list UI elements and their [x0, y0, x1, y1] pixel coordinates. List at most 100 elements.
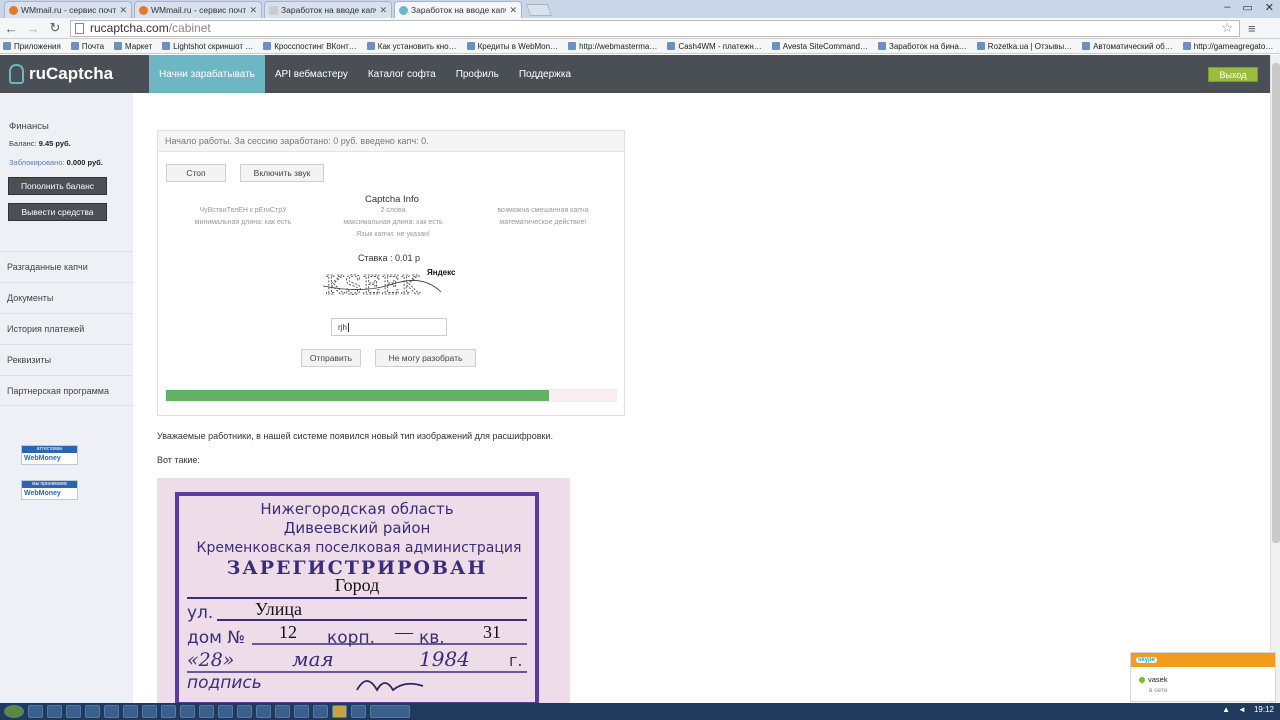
taskbar-app-icon[interactable]: [123, 705, 138, 718]
nav-support[interactable]: Поддержка: [509, 55, 581, 93]
os-taskbar: ▲ ◄ 19:12: [0, 703, 1280, 720]
bookmarks-bar: Приложения Почта Маркет Lightshot скриншот …: [0, 39, 1280, 54]
captcha-work-panel: Начало работы. За сессию заработано: 0 р…: [157, 130, 625, 416]
bookmark-star-icon[interactable]: ☆: [1221, 20, 1233, 36]
topup-button[interactable]: Пополнить баланс: [8, 177, 107, 195]
bookmark-icon: [114, 42, 123, 50]
browser-menu-icon[interactable]: ≡: [1248, 21, 1256, 36]
url-input[interactable]: rucaptcha.com/cabinet ☆: [70, 19, 1240, 37]
close-tab-icon[interactable]: ✕: [379, 5, 387, 16]
bookmark-item[interactable]: Кредиты в WebMon…: [466, 42, 558, 51]
taskbar-app-icon[interactable]: [180, 705, 195, 718]
taskbar-app-icon[interactable]: [370, 705, 410, 718]
bookmark-item[interactable]: Приложения: [3, 42, 61, 51]
sidebar-item-partner-program[interactable]: Партнерская программа: [0, 375, 133, 406]
stamp-kv: 31: [483, 622, 501, 642]
tray-icon[interactable]: ▲: [1222, 705, 1230, 714]
examples-label: Вот такие:: [157, 455, 200, 465]
back-icon[interactable]: ←: [0, 21, 22, 36]
bookmark-icon: [771, 42, 780, 50]
taskbar-app-icon[interactable]: [104, 705, 119, 718]
nav-start-earning[interactable]: Начни зарабатывать: [149, 55, 265, 93]
submit-button[interactable]: Отправить: [301, 349, 361, 367]
start-button[interactable]: [4, 705, 24, 718]
close-tab-icon[interactable]: ✕: [249, 5, 257, 16]
bookmark-icon: [366, 42, 375, 50]
browser-tab-active[interactable]: Заработок на вводе капч…✕: [394, 1, 522, 18]
bookmark-item[interactable]: Rozetka.ua | Отзывы…: [976, 42, 1072, 51]
taskbar-app-icon[interactable]: [199, 705, 214, 718]
taskbar-app-icon[interactable]: [256, 705, 271, 718]
skype-notification[interactable]: skype vasek в сети: [1130, 652, 1276, 702]
nav-profile[interactable]: Профиль: [446, 55, 509, 93]
taskbar-app-icon[interactable]: [85, 705, 100, 718]
sidebar-item-requisites[interactable]: Реквизиты: [0, 344, 133, 375]
captcha-image: KSEEK Яндекс: [323, 268, 456, 301]
rate: Ставка : 0.01 р: [358, 253, 420, 263]
sidebar-item-solved-captchas[interactable]: Разгаданные капчи: [0, 251, 133, 282]
taskbar-app-icon[interactable]: [66, 705, 81, 718]
bookmark-item[interactable]: Lightshot скриншот …: [162, 42, 253, 51]
close-window-icon[interactable]: ✕: [1265, 1, 1274, 14]
browser-tab[interactable]: Заработок на вводе капч…✕: [264, 1, 392, 18]
bookmark-icon: [466, 42, 475, 50]
sound-button[interactable]: Включить звук: [240, 164, 324, 182]
bookmark-item[interactable]: Кросспостинг ВКонт…: [263, 42, 357, 51]
bookmark-item[interactable]: Как установить кно…: [366, 42, 457, 51]
scrollbar-thumb[interactable]: [1272, 63, 1280, 543]
bookmark-item[interactable]: http://gameagregato…: [1182, 42, 1273, 51]
volume-icon[interactable]: ◄: [1238, 705, 1246, 714]
browser-tab[interactable]: WMmail.ru - сервис почто…✕: [134, 1, 262, 18]
bookmark-item[interactable]: Маркет: [114, 42, 152, 51]
answer-input[interactable]: rjh: [331, 318, 447, 336]
taskbar-app-icon[interactable]: [218, 705, 233, 718]
taskbar-app-icon[interactable]: [313, 705, 328, 718]
stamp-sign-label: подпись: [187, 673, 262, 693]
taskbar-app-icon[interactable]: [237, 705, 252, 718]
forward-icon[interactable]: →: [22, 21, 44, 36]
taskbar-app-icon[interactable]: [275, 705, 290, 718]
webmoney-accept-badge[interactable]: мы принимаем WebMoney: [21, 480, 78, 500]
cant-solve-button[interactable]: Не могу разобрать: [375, 349, 476, 367]
stamp-house-label: дом №: [187, 628, 245, 648]
taskbar-app-icon[interactable]: [142, 705, 157, 718]
favicon-icon: [139, 5, 148, 15]
bookmark-item[interactable]: Автоматический об…: [1082, 42, 1173, 51]
taskbar-app-icon[interactable]: [28, 705, 43, 718]
new-tab-button[interactable]: [525, 4, 553, 16]
taskbar-app-icon[interactable]: [332, 705, 347, 718]
close-tab-icon[interactable]: ✕: [119, 5, 127, 16]
sidebar-item-documents[interactable]: Документы: [0, 282, 133, 313]
webmoney-attested-badge[interactable]: аттестован WebMoney: [21, 445, 78, 465]
taskbar-app-icon[interactable]: [47, 705, 62, 718]
stop-button[interactable]: Стоп: [166, 164, 226, 182]
bookmark-item[interactable]: Cash4WM - платежн…: [667, 42, 762, 51]
bookmark-icon: [878, 42, 886, 50]
bookmark-item[interactable]: Почта: [70, 42, 104, 51]
close-tab-icon[interactable]: ✕: [509, 5, 517, 16]
stamp-example-image: Нижегородская область Дивеевский район К…: [157, 478, 570, 708]
bookmark-icon: [3, 42, 11, 50]
bookmark-item[interactable]: Avesta SiteCommand…: [771, 42, 868, 51]
maximize-icon[interactable]: ▭: [1242, 1, 1252, 14]
blocked-balance: Заблокировано: 0.000 руб.: [9, 158, 103, 167]
taskbar-app-icon[interactable]: [294, 705, 309, 718]
nav-api[interactable]: API вебмастеру: [265, 55, 358, 93]
sidebar-item-payment-history[interactable]: История платежей: [0, 313, 133, 344]
browser-tab[interactable]: WMmail.ru - сервис почто…✕: [4, 1, 132, 18]
window-controls: – ▭ ✕: [1224, 1, 1274, 14]
withdraw-button[interactable]: Вывести средства: [8, 203, 107, 221]
bookmark-item[interactable]: Заработок на бина…: [878, 42, 967, 51]
page-scrollbar[interactable]: [1270, 55, 1280, 705]
site-logo[interactable]: ruCaptcha: [0, 55, 149, 93]
logout-button[interactable]: Выход: [1208, 67, 1258, 82]
taskbar-app-icon[interactable]: [351, 705, 366, 718]
taskbar-app-icon[interactable]: [161, 705, 176, 718]
nav-software-catalog[interactable]: Каталог софта: [358, 55, 446, 93]
minimize-icon[interactable]: –: [1224, 1, 1230, 14]
clock[interactable]: 19:12: [1254, 705, 1274, 714]
bookmark-item[interactable]: http://webmasterma…: [568, 42, 657, 51]
reload-icon[interactable]: ↻: [44, 20, 66, 36]
session-status: Начало работы. За сессию заработано: 0 р…: [158, 131, 624, 152]
stamp-korp: —: [394, 622, 414, 642]
